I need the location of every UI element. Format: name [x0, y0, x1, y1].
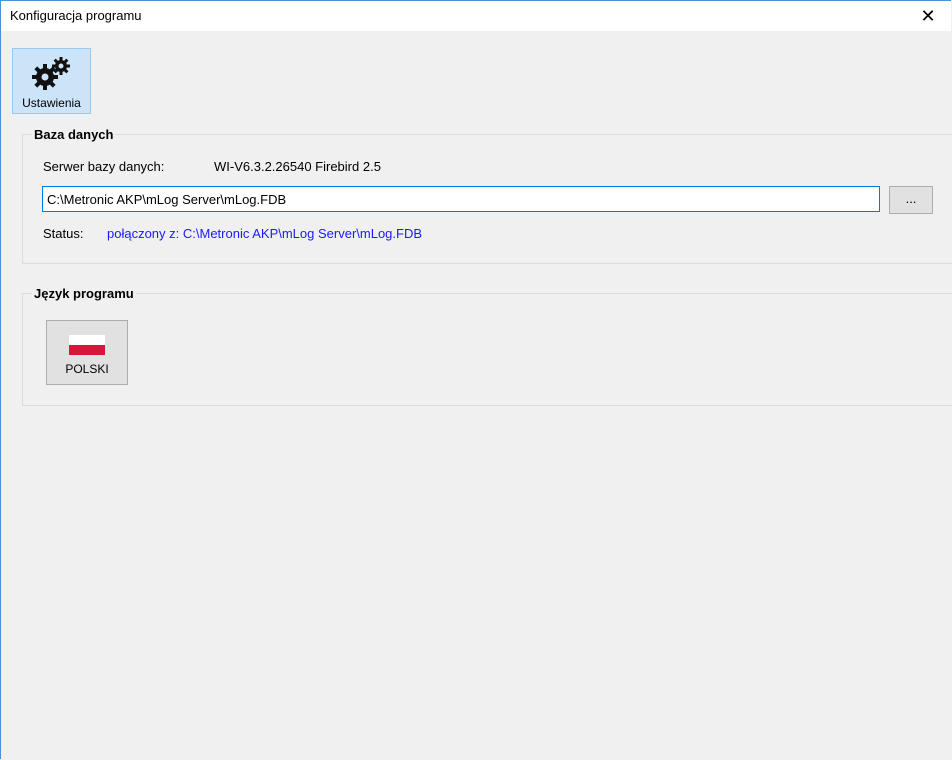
server-value: WI-V6.3.2.26540 Firebird 2.5	[214, 159, 381, 174]
window-title: Konfiguracja programu	[10, 8, 142, 23]
server-label: Serwer bazy danych:	[43, 159, 165, 174]
language-polish-button[interactable]: POLSKI	[46, 320, 128, 385]
database-legend: Baza danych	[34, 127, 114, 142]
language-label: POLSKI	[65, 362, 109, 376]
language-legend: Język programu	[34, 286, 134, 301]
status-label: Status:	[43, 226, 84, 241]
close-icon[interactable]: ✕	[905, 1, 951, 31]
config-window: Konfiguracja programu ✕ Ustawienia Baza …	[0, 0, 952, 759]
settings-label: Ustawienia	[22, 96, 81, 110]
status-value: połączony z: C:\Metronic AKP\mLog Server…	[107, 226, 423, 241]
database-group: Baza danych Serwer bazy danych: WI-V6.3.…	[22, 127, 952, 264]
poland-flag-icon	[69, 335, 105, 355]
browse-button[interactable]: ...	[889, 186, 933, 214]
title-bar[interactable]: Konfiguracja programu ✕	[1, 1, 951, 31]
gears-icon	[32, 57, 70, 90]
database-path-input[interactable]	[42, 186, 880, 212]
settings-toolbar-button[interactable]: Ustawienia	[12, 48, 91, 114]
language-group: Język programu POLSKI	[22, 286, 952, 406]
